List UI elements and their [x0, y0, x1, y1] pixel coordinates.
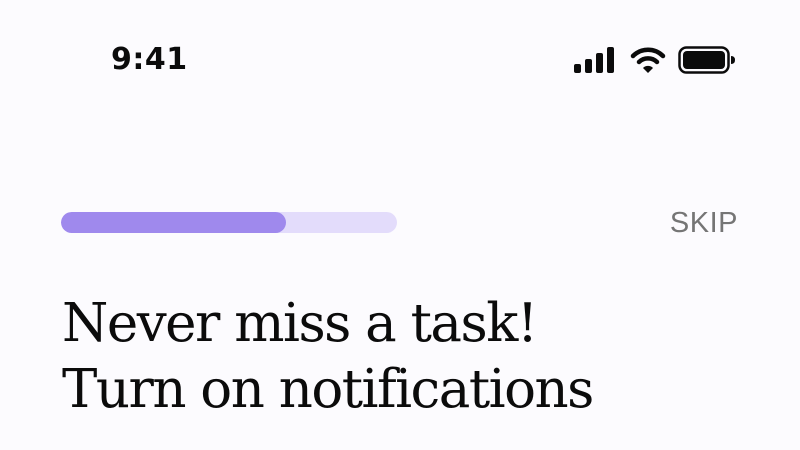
onboarding-screen: 9:41 SKIP Never miss a task! Turn on not…: [0, 0, 800, 450]
battery-icon: [678, 46, 736, 74]
wifi-icon: [630, 46, 666, 74]
headline-line-2: Turn on notifications: [62, 359, 594, 420]
page-title: Never miss a task! Turn on notifications: [62, 291, 782, 423]
progress-fill: [61, 212, 287, 233]
onboarding-progress-bar: [61, 212, 397, 233]
status-time: 9:41: [111, 42, 188, 77]
status-icons: [574, 44, 736, 76]
skip-button[interactable]: SKIP: [670, 205, 738, 241]
signal-icon: [574, 47, 616, 73]
headline-line-1: Never miss a task!: [62, 293, 538, 354]
